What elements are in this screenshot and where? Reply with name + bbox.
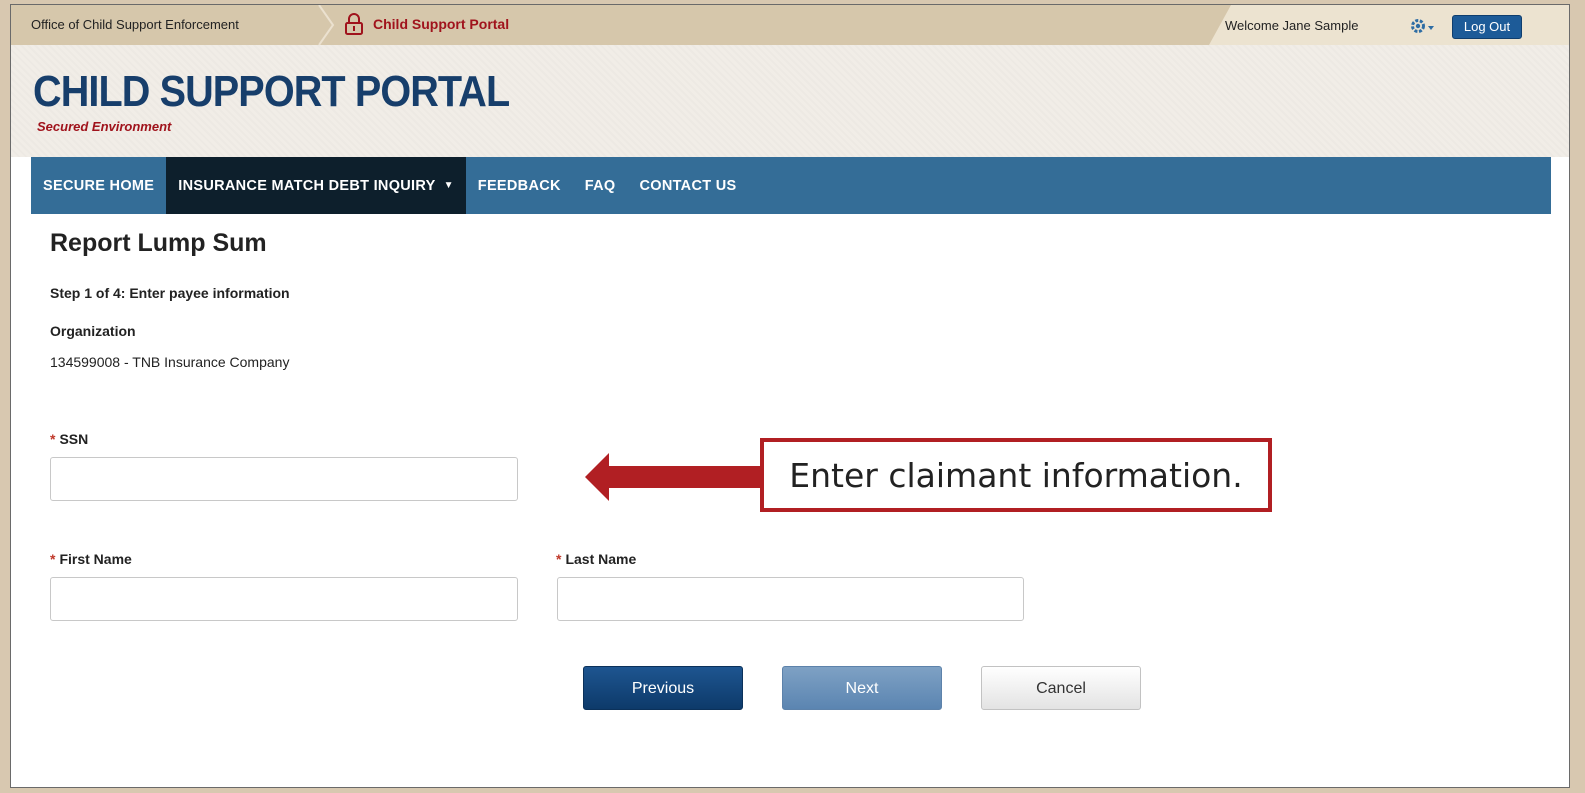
first-name-field[interactable] (50, 577, 518, 621)
first-name-label: * First Name (50, 551, 132, 567)
last-name-label: * Last Name (556, 551, 636, 567)
next-button[interactable]: Next (782, 666, 942, 710)
callout-arrow-icon (585, 453, 765, 501)
app-window: Office of Child Support Enforcement Chil… (10, 4, 1570, 788)
first-name-label-text: First Name (59, 551, 132, 567)
required-marker: * (50, 551, 56, 567)
logout-button[interactable]: Log Out (1452, 15, 1522, 39)
annotation-callout: Enter claimant information. (760, 438, 1272, 512)
gear-icon[interactable] (1409, 17, 1435, 35)
nav-secure-home[interactable]: SECURE HOME (31, 157, 166, 214)
org-name-link[interactable]: Office of Child Support Enforcement (31, 17, 239, 32)
ssn-label-text: SSN (59, 431, 89, 447)
nav-label: INSURANCE MATCH DEBT INQUIRY (178, 177, 436, 194)
last-name-field[interactable] (557, 577, 1024, 621)
step-indicator: Step 1 of 4: Enter payee information (50, 285, 290, 301)
cancel-button[interactable]: Cancel (981, 666, 1141, 710)
page-title: Report Lump Sum (50, 229, 267, 257)
nav-faq[interactable]: FAQ (573, 157, 628, 214)
ssn-label: * SSN (50, 431, 88, 447)
organization-value: 134599008 - TNB Insurance Company (50, 354, 290, 370)
nav-contact-us[interactable]: CONTACT US (627, 157, 748, 214)
caret-down-icon: ▼ (443, 180, 454, 191)
nav-label: SECURE HOME (43, 177, 155, 194)
site-logo-title: CHILD SUPPORT PORTAL (33, 67, 510, 116)
last-name-label-text: Last Name (565, 551, 637, 567)
masthead: CHILD SUPPORT PORTAL Secured Environment (11, 45, 1569, 157)
nav-label: FAQ (584, 177, 616, 194)
portal-name: Child Support Portal (373, 16, 510, 32)
main-nav: SECURE HOME INSURANCE MATCH DEBT INQUIRY… (31, 157, 1551, 214)
nav-feedback[interactable]: FEEDBACK (466, 157, 573, 214)
previous-button[interactable]: Previous (583, 666, 743, 710)
top-bar: Office of Child Support Enforcement Chil… (11, 5, 1569, 45)
required-marker: * (50, 431, 56, 447)
required-marker: * (556, 551, 562, 567)
nav-label: FEEDBACK (477, 177, 561, 194)
nav-label: CONTACT US (639, 177, 737, 194)
site-logo-subtitle: Secured Environment (37, 119, 172, 134)
nav-insurance-match-debt-inquiry[interactable]: INSURANCE MATCH DEBT INQUIRY ▼ (166, 157, 466, 214)
ssn-field[interactable] (50, 457, 518, 501)
breadcrumb-separator-icon (318, 5, 335, 45)
welcome-text: Welcome Jane Sample (1225, 18, 1359, 33)
organization-label: Organization (50, 323, 136, 339)
lock-icon (345, 13, 363, 35)
portal-breadcrumb[interactable]: Child Support Portal (345, 13, 509, 35)
